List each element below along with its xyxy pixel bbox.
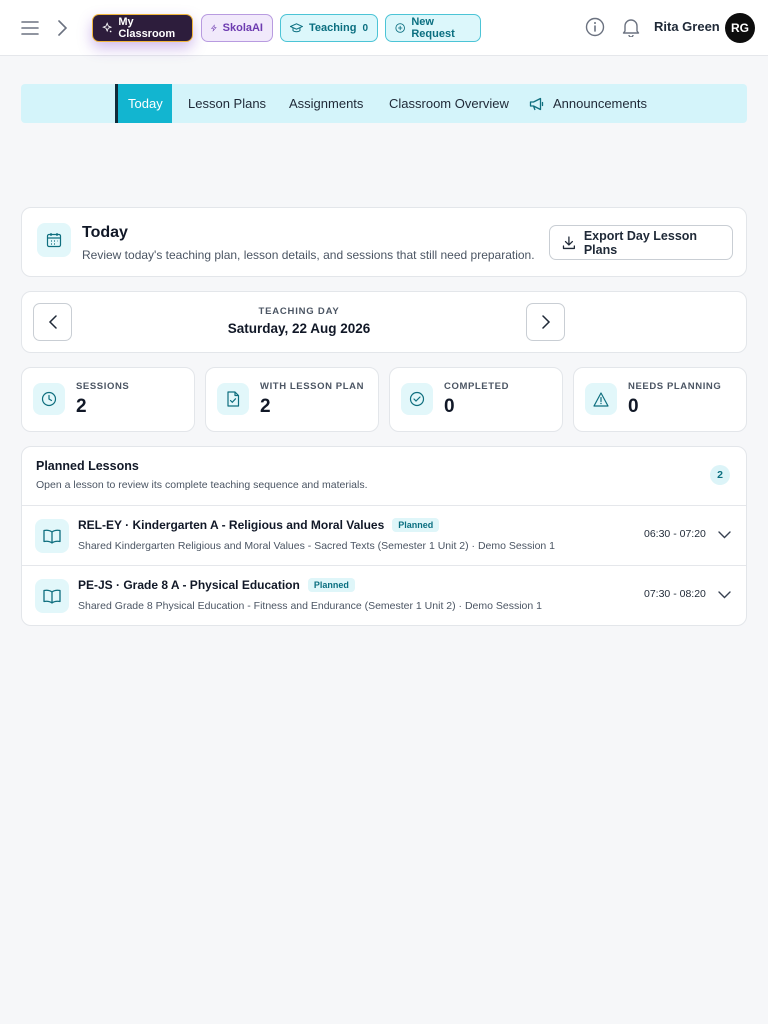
tab-announcements-label: Announcements (553, 96, 647, 111)
skolaai-button[interactable]: SkolaAI (201, 14, 273, 42)
chevron-down-icon[interactable] (715, 526, 733, 544)
next-day-button[interactable] (526, 303, 565, 341)
skolaai-label: SkolaAI (222, 22, 263, 34)
teaching-day-label: TEACHING DAY (258, 306, 340, 317)
sparkle-icon (102, 22, 113, 33)
clock-icon (33, 383, 65, 415)
teaching-day-navigator: TEACHING DAY Saturday, 22 Aug 2026 (21, 291, 747, 353)
stat-label: NEEDS PLANNING (628, 381, 722, 392)
page-description: Review today's teaching plan, lesson det… (82, 248, 535, 262)
new-request-button[interactable]: New Request (385, 14, 481, 42)
my-classroom-button[interactable]: My Classroom (92, 14, 193, 42)
lesson-time: 07:30 - 08:20 (644, 588, 706, 600)
section-description: Open a lesson to review its complete tea… (36, 479, 368, 491)
user-name[interactable]: Rita Green (654, 19, 720, 34)
page-title: Today (82, 224, 128, 241)
chevron-right-icon[interactable] (52, 16, 72, 40)
stat-card-needs-planning: NEEDS PLANNING 0 (573, 367, 747, 432)
tab-bar: Today Lesson Plans Assignments Classroom… (21, 84, 747, 123)
stat-card-completed: COMPLETED 0 (389, 367, 563, 432)
stat-value: 0 (628, 396, 639, 417)
stat-label: COMPLETED (444, 381, 510, 392)
chevron-right-icon (541, 315, 550, 329)
chevron-left-icon (48, 315, 57, 329)
bell-icon[interactable] (620, 16, 642, 38)
lesson-title: REL-EY · Kindergarten A - Religious and … (78, 518, 440, 532)
teaching-label: Teaching (308, 22, 357, 34)
download-icon (562, 235, 575, 249)
lesson-title-text: PE-JS · Grade 8 A - Physical Education (78, 578, 300, 592)
bolt-icon (211, 24, 217, 32)
stat-card-sessions: SESSIONS 2 (21, 367, 195, 432)
chevron-down-icon[interactable] (715, 586, 733, 604)
lesson-subtitle: Shared Kindergarten Religious and Moral … (78, 540, 556, 552)
top-bar: My Classroom SkolaAI Teaching 0 New Requ… (0, 0, 768, 56)
stat-label: WITH LESSON PLAN (260, 381, 365, 392)
export-day-lesson-plans-button[interactable]: Export Day Lesson Plans (549, 225, 733, 260)
stat-value: 2 (260, 396, 271, 417)
plus-circle-icon (395, 23, 405, 33)
planned-lessons-card: Planned Lessons Open a lesson to review … (21, 446, 747, 626)
book-icon (35, 579, 69, 613)
tab-announcements[interactable]: Announcements (529, 84, 647, 123)
lesson-title: PE-JS · Grade 8 A - Physical Education P… (78, 578, 355, 592)
my-classroom-label: My Classroom (118, 16, 176, 40)
section-title: Planned Lessons (36, 459, 139, 473)
file-check-icon (217, 383, 249, 415)
stat-label: SESSIONS (76, 381, 130, 392)
warning-icon (585, 383, 617, 415)
graduation-cap-icon (290, 22, 303, 32)
export-label: Export Day Lesson Plans (583, 228, 698, 257)
info-icon[interactable] (584, 16, 606, 38)
stat-card-with-lesson-plan: WITH LESSON PLAN 2 (205, 367, 379, 432)
book-icon (35, 519, 69, 553)
stat-value: 2 (76, 396, 87, 417)
today-header-card: Today Review today's teaching plan, less… (21, 207, 747, 277)
check-circle-icon (401, 383, 433, 415)
teaching-button[interactable]: Teaching 0 (280, 14, 378, 42)
tab-lesson-plans[interactable]: Lesson Plans (188, 84, 266, 123)
lesson-row[interactable]: REL-EY · Kindergarten A - Religious and … (22, 505, 746, 565)
megaphone-icon (529, 97, 544, 110)
avatar[interactable]: RG (725, 13, 755, 43)
new-request-label: New Request (411, 16, 455, 40)
menu-icon[interactable] (18, 16, 42, 40)
tab-today[interactable]: Today (115, 84, 172, 123)
lessons-count-badge: 2 (710, 465, 730, 485)
lesson-title-text: REL-EY · Kindergarten A - Religious and … (78, 518, 385, 532)
lesson-row[interactable]: PE-JS · Grade 8 A - Physical Education P… (22, 565, 746, 625)
teaching-day-date: Saturday, 22 Aug 2026 (227, 321, 371, 336)
tab-assignments[interactable]: Assignments (289, 84, 363, 123)
teaching-count-badge: 0 (362, 22, 368, 34)
lesson-subtitle: Shared Grade 8 Physical Education - Fitn… (78, 600, 542, 612)
tab-classroom-overview[interactable]: Classroom Overview (389, 84, 509, 123)
stat-value: 0 (444, 396, 455, 417)
status-badge: Planned (307, 578, 355, 592)
lesson-time: 06:30 - 07:20 (644, 528, 706, 540)
status-badge: Planned (392, 518, 440, 532)
calendar-icon (37, 223, 71, 257)
previous-day-button[interactable] (33, 303, 72, 341)
